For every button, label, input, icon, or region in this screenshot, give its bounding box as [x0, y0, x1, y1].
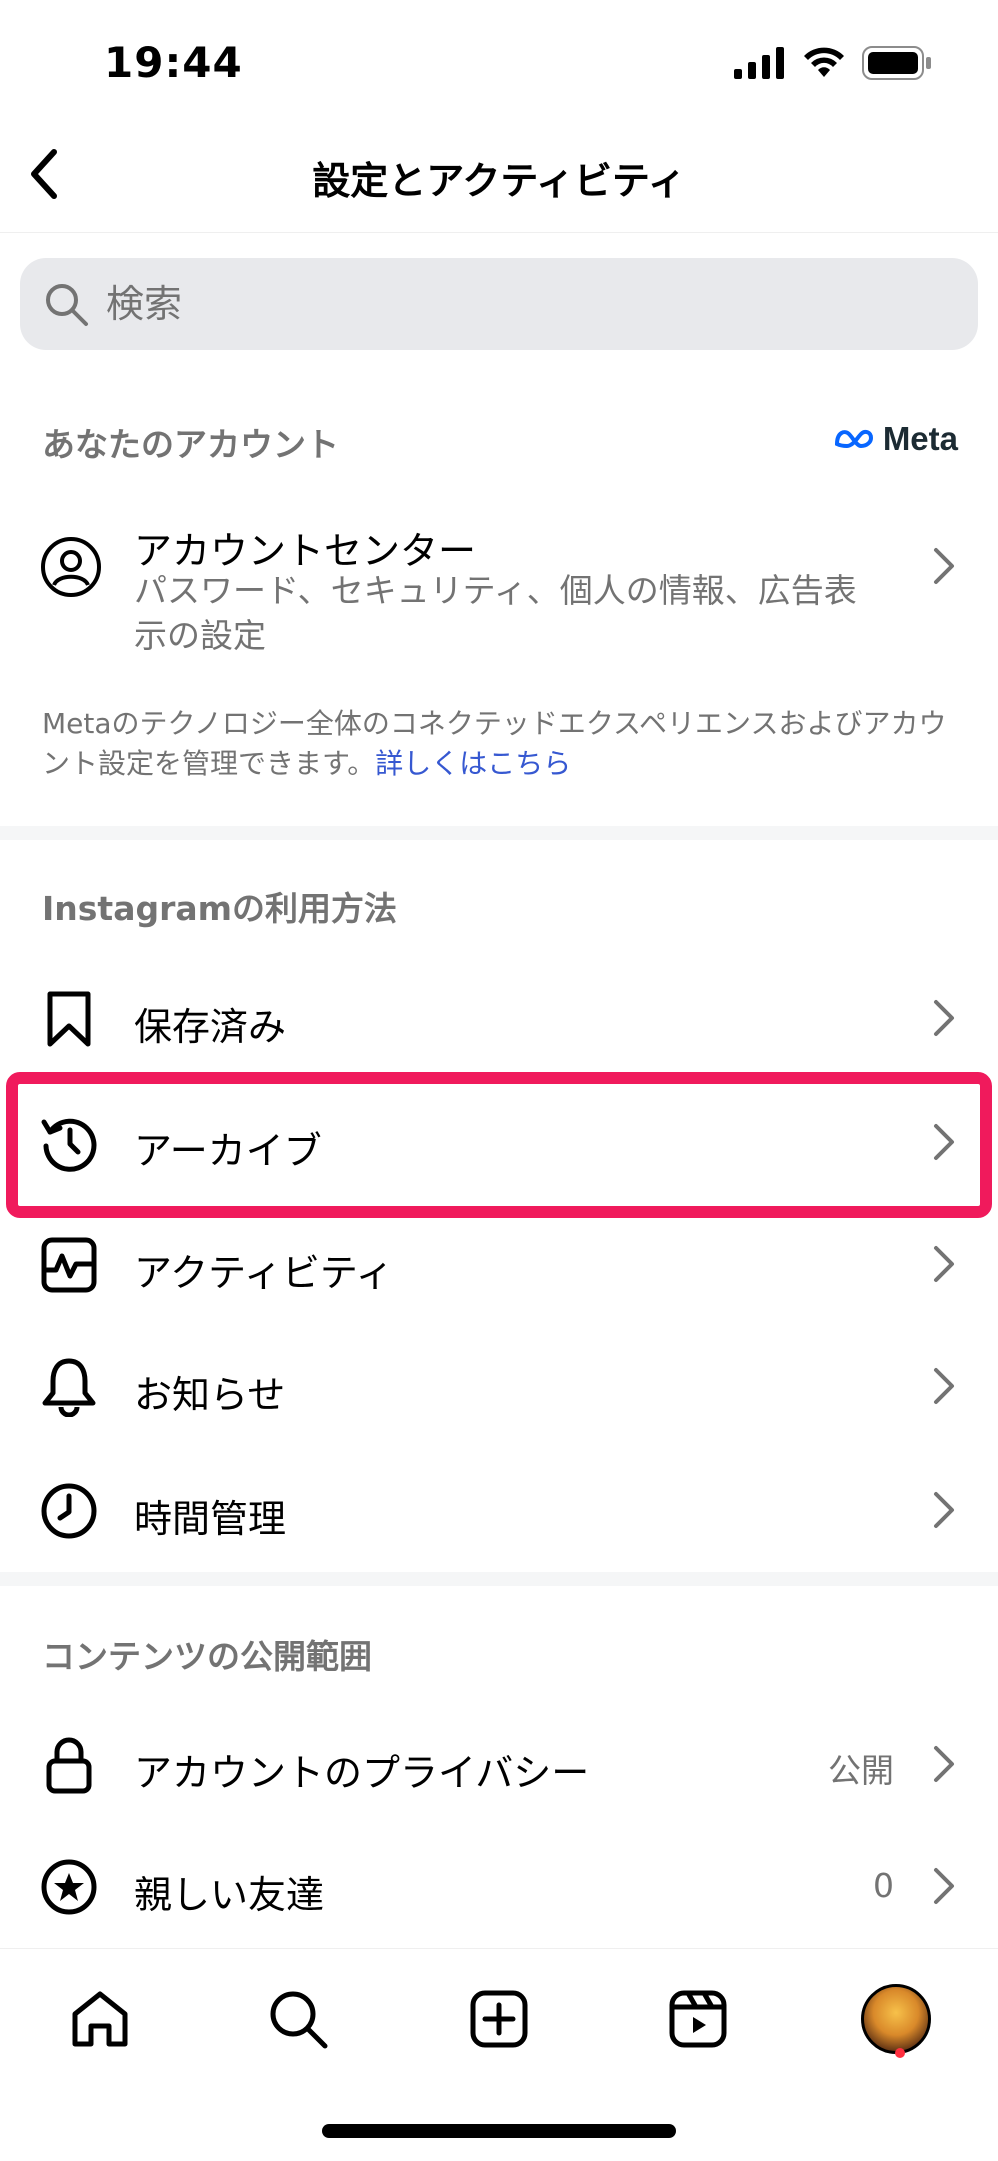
create-icon [470, 1990, 528, 2048]
meta-logo-text: Meta [882, 420, 958, 457]
home-icon [72, 1991, 128, 2047]
settings-row-saved[interactable]: 保存済み [0, 958, 998, 1078]
home-indicator [322, 2124, 676, 2138]
bell-icon [38, 1356, 100, 1418]
page-title: 設定とアクティビティ [312, 159, 686, 203]
tab-reels[interactable] [658, 1979, 738, 2059]
section-heading-who-can-see: コンテンツの公開範囲 [42, 1637, 372, 1676]
account-center-description: パスワード、セキュリティ、個人の情報、広告表示の設定 [134, 571, 857, 655]
settings-row-notifications[interactable]: お知らせ [0, 1326, 998, 1446]
tab-home[interactable] [60, 1979, 140, 2059]
status-icons [734, 46, 932, 80]
battery-icon [862, 46, 931, 80]
row-label: アクティビティ [134, 1251, 394, 1295]
profile-avatar [861, 1984, 931, 2054]
activity-icon [38, 1234, 100, 1296]
learn-more-link[interactable]: 詳しくはこちら [375, 747, 571, 780]
navigation-header: 設定とアクティビティ [0, 120, 998, 233]
chevron-right-icon [934, 1492, 954, 1528]
section-divider [0, 826, 998, 840]
section-divider [0, 1572, 998, 1586]
chevron-right-icon [934, 1868, 954, 1904]
notification-dot [895, 2048, 905, 2058]
row-label: アカウントのプライバシー [134, 1751, 590, 1795]
section-heading-how-you-use: Instagramの利用方法 [42, 889, 398, 928]
row-label: 保存済み [134, 1005, 287, 1049]
clock-icon [38, 1480, 100, 1542]
chevron-right-icon [934, 1000, 954, 1036]
settings-row-close-friends[interactable]: 親しい友達 0 [0, 1826, 998, 1946]
search-icon [46, 284, 88, 326]
meta-info-note: Metaのテクノロジー全体のコネクテッドエクスペリエンスおよびアカウント設定を管… [42, 704, 962, 784]
status-time: 19:44 [104, 38, 243, 87]
settings-row-activity[interactable]: アクティビティ [0, 1204, 998, 1324]
user-circle-icon [41, 537, 101, 597]
row-label: 親しい友達 [134, 1873, 325, 1917]
section-heading-your-account: あなたのアカウント [42, 425, 339, 464]
star-circle-icon [38, 1856, 100, 1918]
meta-logo: Meta [833, 420, 958, 458]
row-value: 0 [873, 1866, 894, 1905]
search-bar[interactable] [20, 258, 978, 350]
reels-icon [669, 1990, 727, 2048]
chevron-right-icon [934, 548, 954, 584]
chevron-right-icon [934, 1368, 954, 1404]
cellular-signal-icon [734, 47, 784, 79]
search-icon [270, 1991, 328, 2049]
meta-infinity-icon [834, 429, 873, 449]
chevron-right-icon [934, 1246, 954, 1282]
settings-row-account-privacy[interactable]: アカウントのプライバシー 公開 [0, 1704, 998, 1824]
account-center-title: アカウントセンター [134, 529, 477, 573]
lock-icon [38, 1734, 100, 1796]
highlight-box [6, 1072, 992, 1218]
settings-row-time-management[interactable]: 時間管理 [0, 1450, 998, 1570]
tab-create[interactable] [459, 1979, 539, 2059]
bookmark-icon [38, 988, 100, 1050]
chevron-right-icon [934, 1746, 954, 1782]
row-value: 公開 [828, 1751, 894, 1790]
tab-profile[interactable] [856, 1979, 936, 2059]
search-input[interactable] [104, 281, 928, 327]
row-label: お知らせ [134, 1373, 286, 1417]
row-label: 時間管理 [134, 1497, 287, 1541]
wifi-icon [804, 47, 844, 77]
tab-search[interactable] [258, 1979, 338, 2059]
